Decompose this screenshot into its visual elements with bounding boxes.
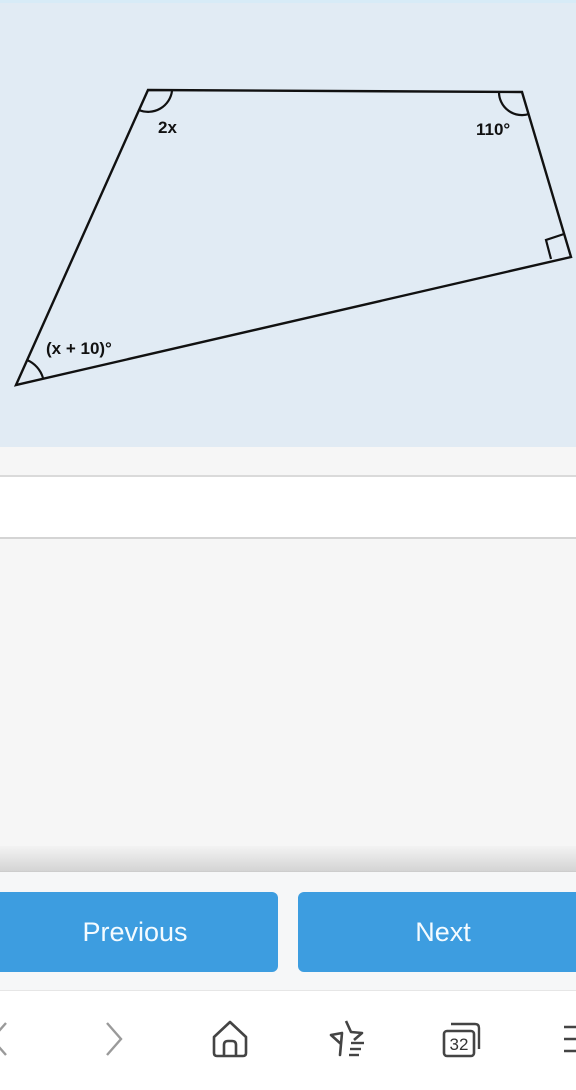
back-icon[interactable] [0,1017,22,1061]
tabs-icon[interactable]: 32 [439,1017,483,1061]
question-navigation: Previous Next [0,872,576,990]
home-icon[interactable] [208,1017,252,1061]
next-button[interactable]: Next [298,892,576,972]
browser-toolbar: 32 [0,990,576,1090]
angle-label-bottom-left: (x + 10)° [46,339,112,358]
forward-icon[interactable] [93,1017,137,1061]
question-figure: 2x 110° (x + 10)° [0,0,576,447]
content-area [0,539,576,861]
previous-button[interactable]: Previous [0,892,278,972]
nav-shadow [0,846,576,872]
angle-label-top-left: 2x [158,118,177,137]
quadrilateral-diagram: 2x 110° (x + 10)° [13,88,573,387]
tab-count: 32 [450,1035,469,1054]
menu-icon[interactable] [560,1017,576,1061]
right-angle-marker [544,232,565,260]
answer-input-area[interactable] [0,477,576,539]
angle-arc-bottom-left [26,358,45,379]
angle-label-top-right: 110° [476,120,510,139]
bookmarks-icon[interactable] [324,1017,368,1061]
divider-strip [0,447,576,477]
